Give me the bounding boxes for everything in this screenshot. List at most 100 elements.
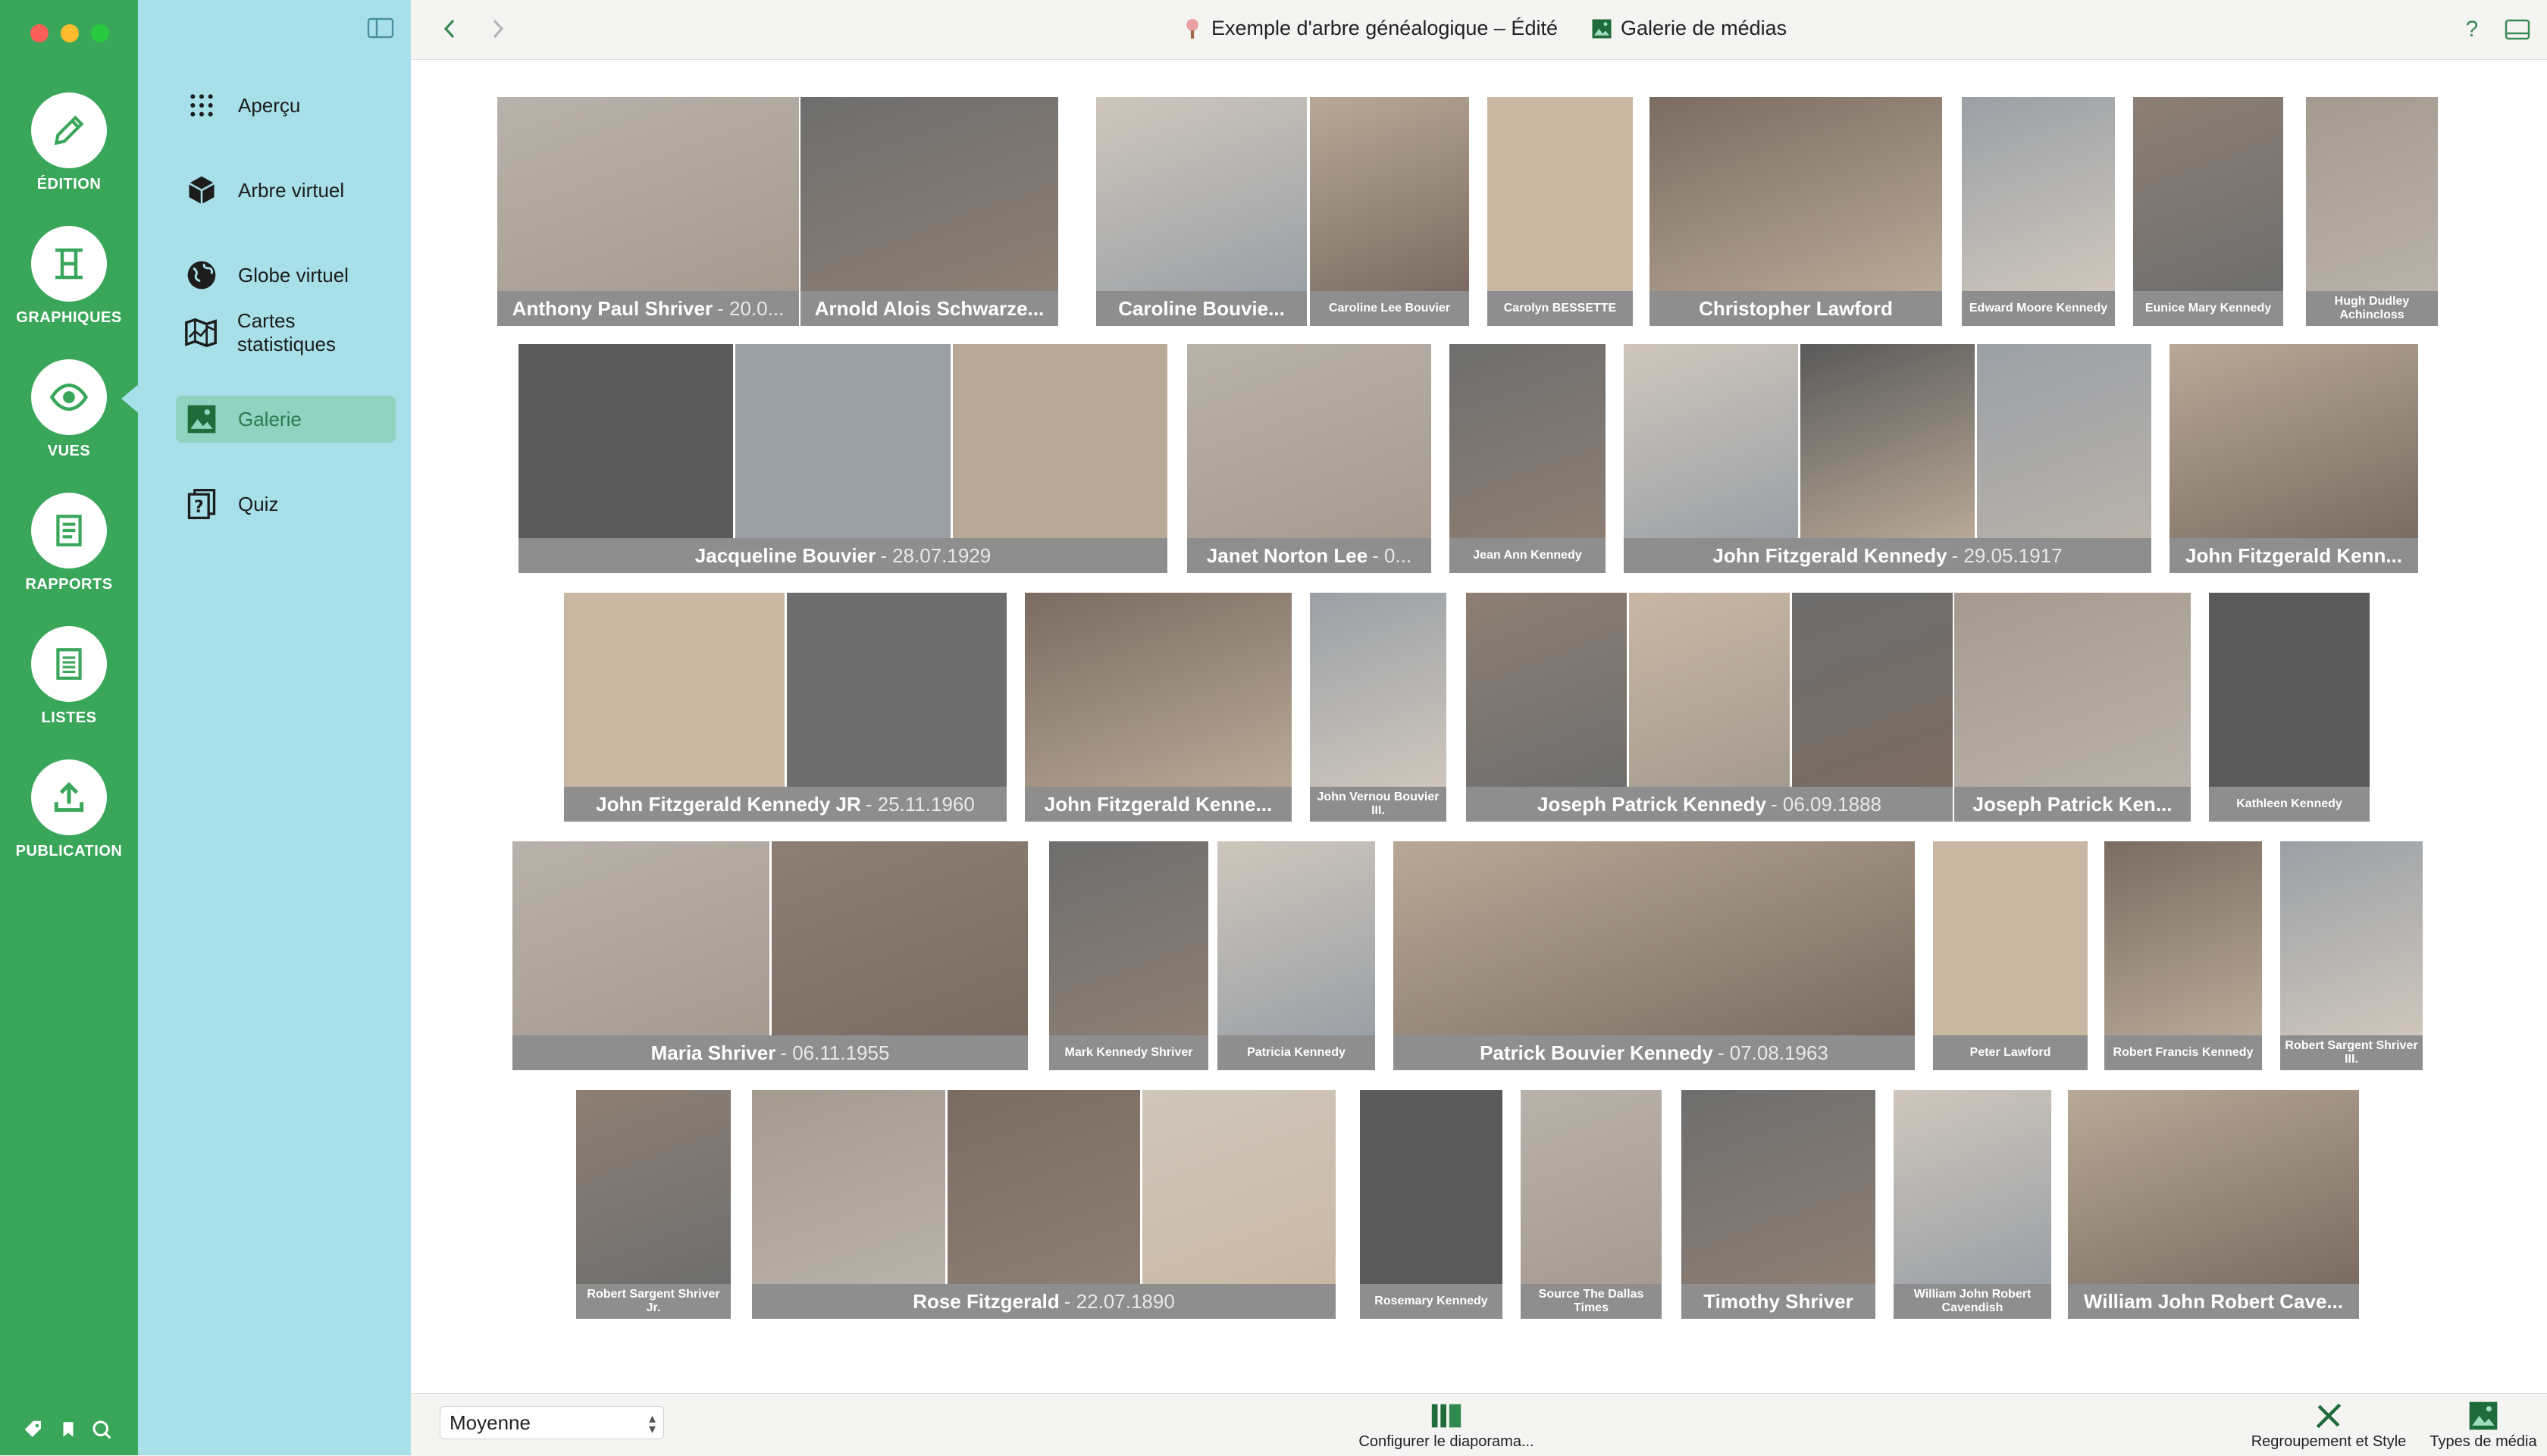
rail-rapports[interactable]: RAPPORTS (0, 493, 138, 593)
gallery-icon (187, 405, 216, 434)
media-tile[interactable]: Kathleen Kennedy (2209, 593, 2370, 822)
inspector-toggle-button[interactable] (2503, 15, 2532, 44)
media-tile[interactable]: William John Robert Cavendish (1894, 1090, 2051, 1319)
media-tile[interactable]: Christopher Lawford (1649, 97, 1942, 326)
media-tile[interactable]: Jean Ann Kennedy (1449, 344, 1606, 573)
person-name: Peter Lawford (1969, 1046, 2051, 1059)
upload-icon (54, 781, 84, 813)
media-tile[interactable]: Rose Fitzgerald - 22.07.1890 (752, 1090, 1336, 1319)
tile-photos (512, 841, 1028, 1035)
sidebar-item-label: Cartes statistiques (237, 309, 336, 355)
slideshow-button[interactable]: Configurer le diaporama... (1355, 1398, 1537, 1451)
main-rail: ÉDITION GRAPHIQUES VUES RAPPORTS LISTES … (0, 0, 139, 1455)
media-tile[interactable]: Maria Shriver - 06.11.1955 (512, 841, 1028, 1070)
sidebar-item-apercu[interactable]: Aperçu (176, 82, 396, 129)
forward-button[interactable] (482, 14, 512, 44)
tile-photos (2169, 344, 2418, 538)
photo-thumbnail (1487, 97, 1633, 291)
rail-listes[interactable]: LISTES (0, 626, 138, 727)
media-tile[interactable]: Robert Sargent Shriver Jr. (576, 1090, 731, 1319)
media-tile[interactable]: Joseph Patrick Ken... (1954, 593, 2191, 822)
person-name: John Fitzgerald Kennedy (1712, 543, 1947, 567)
toolbar: Exemple d'arbre généalogique – Édité Gal… (411, 0, 2547, 60)
media-tile[interactable]: John Fitzgerald Kenne... (1025, 593, 1292, 822)
thumbnail-size-select[interactable]: Moyenne ▴ ▾ (440, 1406, 664, 1439)
tile-photos (1310, 97, 1469, 291)
media-tile[interactable]: Caroline Bouvie... (1096, 97, 1307, 326)
tile-photos (752, 1090, 1336, 1284)
tile-caption: Janet Norton Lee - 0... (1187, 538, 1431, 573)
media-tile[interactable]: Rosemary Kennedy (1360, 1090, 1502, 1319)
media-tile[interactable]: William John Robert Cave... (2068, 1090, 2359, 1319)
media-tile[interactable]: Eunice Mary Kennedy (2133, 97, 2283, 326)
grouping-style-button[interactable]: Regroupement et Style (2238, 1398, 2420, 1451)
search-people-button[interactable] (88, 1416, 115, 1443)
media-tile[interactable]: Edward Moore Kennedy (1962, 97, 2115, 326)
person-name: Robert Francis Kennedy (2113, 1046, 2254, 1059)
sidebar-toggle-icon[interactable] (367, 17, 394, 39)
media-tile[interactable]: John Vernou Bouvier III. (1310, 593, 1446, 822)
media-tile[interactable]: Patrick Bouvier Kennedy - 07.08.1963 (1393, 841, 1915, 1070)
sidebar-item-galerie[interactable]: Galerie (176, 396, 396, 443)
tag-button[interactable] (20, 1416, 47, 1443)
search-person-icon (92, 1420, 111, 1439)
media-tile[interactable]: Patricia Kennedy (1217, 841, 1375, 1070)
sidebar-item-label: Galerie (238, 407, 302, 431)
tile-photos (800, 97, 1058, 291)
media-tile[interactable]: Jacqueline Bouvier - 28.07.1929 (518, 344, 1167, 573)
help-button[interactable]: ? (2458, 15, 2486, 44)
media-types-button[interactable]: Types de média (2420, 1398, 2547, 1451)
sidebar-item-arbre-virtuel[interactable]: Arbre virtuel (176, 167, 396, 214)
media-gallery: Anthony Paul Shriver - 20.0... Arnold Aloi… (411, 59, 2547, 1393)
rail-graphiques[interactable]: GRAPHIQUES (0, 226, 138, 327)
rail-edition[interactable]: ÉDITION (0, 92, 138, 193)
person-name: Patricia Kennedy (1247, 1046, 1346, 1059)
rail-publication[interactable]: PUBLICATION (0, 759, 138, 860)
media-tile[interactable]: Robert Francis Kennedy (2104, 841, 2262, 1070)
media-tile[interactable]: John Fitzgerald Kennedy - 29.05.1917 (1624, 344, 2151, 573)
media-tile[interactable]: Hugh Dudley Achincloss (2306, 97, 2438, 326)
photo-thumbnail (564, 593, 787, 787)
media-tile[interactable]: John Fitzgerald Kenn... (2169, 344, 2418, 573)
thumbnail-size-value: Moyenne (450, 1411, 531, 1434)
person-date: - 06.11.1955 (780, 1041, 890, 1064)
media-tile[interactable]: Mark Kennedy Shriver (1049, 841, 1208, 1070)
sidebar-item-globe-virtuel[interactable]: Globe virtuel (176, 252, 396, 299)
bookmark-button[interactable] (55, 1416, 82, 1443)
pencil-icon (54, 115, 84, 146)
media-tile[interactable]: Caroline Lee Bouvier (1310, 97, 1469, 326)
tile-photos (1217, 841, 1375, 1035)
tile-caption: Anthony Paul Shriver - 20.0... (497, 291, 799, 326)
media-tile[interactable]: Peter Lawford (1933, 841, 2088, 1070)
photo-thumbnail (2306, 97, 2438, 291)
media-tile[interactable]: Timothy Shriver (1681, 1090, 1875, 1319)
close-window-button[interactable] (30, 24, 49, 42)
photo-thumbnail (1977, 344, 2151, 538)
photo-thumbnail (1933, 841, 2088, 1035)
rail-label: ÉDITION (36, 176, 102, 193)
back-button[interactable] (435, 14, 465, 44)
bookmark-icon (63, 1422, 74, 1437)
media-tile[interactable]: Arnold Alois Schwarze... (800, 97, 1058, 326)
photo-thumbnail (1025, 593, 1292, 787)
media-tile[interactable]: Joseph Patrick Kennedy - 06.09.1888 (1466, 593, 1953, 822)
photo-thumbnail (771, 841, 1028, 1035)
media-tile[interactable]: Source The Dallas Times (1521, 1090, 1662, 1319)
tile-caption: Timothy Shriver (1681, 1284, 1875, 1319)
rail-vues[interactable]: VUES (0, 359, 138, 460)
media-tile[interactable]: Anthony Paul Shriver - 20.0... (497, 97, 799, 326)
tile-caption: Maria Shriver - 06.11.1955 (512, 1035, 1028, 1070)
person-name: Caroline Bouvie... (1118, 296, 1285, 320)
tile-photos (497, 97, 799, 291)
sidebar-item-cartes-statistiques[interactable]: Cartes statistiques (176, 309, 396, 356)
media-tile[interactable]: Carolyn BESSETTE (1487, 97, 1633, 326)
media-tile[interactable]: Robert Sargent Shriver III. (2280, 841, 2423, 1070)
app-window: ÉDITION GRAPHIQUES VUES RAPPORTS LISTES … (0, 0, 2547, 1456)
zoom-window-button[interactable] (91, 24, 109, 42)
sidebar-item-quiz[interactable]: ? Quiz (176, 481, 396, 528)
media-tile[interactable]: John Fitzgerald Kennedy JR - 25.11.1960 (564, 593, 1007, 822)
person-date: - 06.09.1888 (1770, 792, 1881, 816)
media-tile[interactable]: Janet Norton Lee - 0... (1187, 344, 1431, 573)
minimize-window-button[interactable] (61, 24, 79, 42)
person-name: Robert Sargent Shriver III. (2285, 1039, 2418, 1066)
